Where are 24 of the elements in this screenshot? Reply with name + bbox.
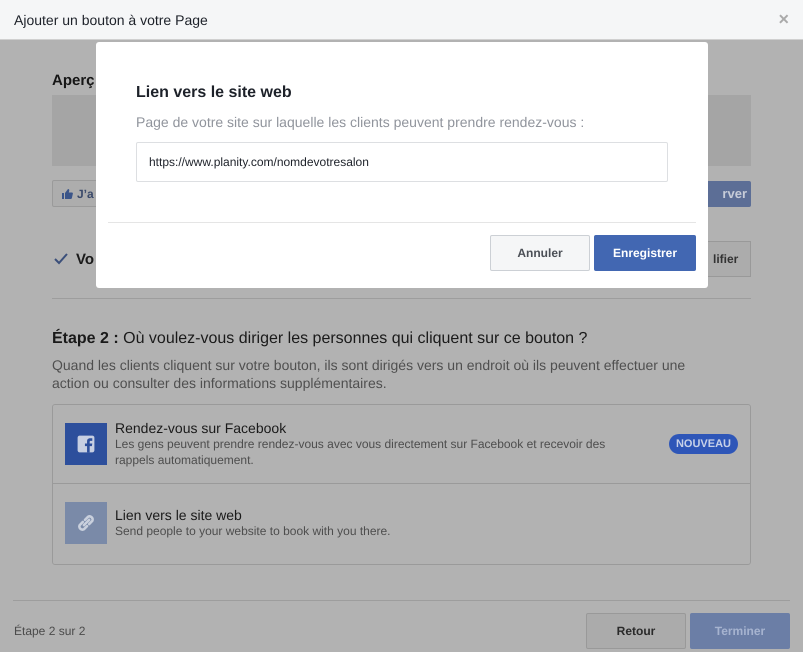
link-icon [65, 502, 107, 544]
window-title: Ajouter un bouton à votre Page [14, 12, 209, 28]
modal-title: Lien vers le site web [136, 84, 293, 102]
edit-button[interactable]: lifier [707, 241, 751, 277]
step-label: Vo [76, 250, 94, 268]
option-item[interactable]: Rendez-vous sur Facebook Les gens peuvent prendre rendez-vous avec vous directement sur Facebook et recevoir des rappels automatiquement. NOUVEAU [53, 405, 750, 483]
step-heading: Étape 2 : Où voulez-vous diriger les personnes qui cliquent sur ce bouton ? [52, 330, 588, 348]
facebook-icon [65, 423, 107, 465]
save-button[interactable]: Enregistrer [594, 235, 696, 271]
option-description: Les gens peuvent prendre rendez-vous avec vous directement sur Facebook et recevoir des rappels automatiquement. [115, 436, 606, 468]
section-heading: Aperç [52, 72, 95, 91]
step-description: Quand les clients cliquent sur votre bouton, ils sont dirigés vers un endroit où ils peuvent effectuer une action ou consulter des informations supplémentaires. [52, 356, 686, 392]
thumbs-up-icon [61, 188, 73, 200]
action-button[interactable]: rver [707, 180, 751, 206]
back-button[interactable]: Retour [586, 613, 686, 649]
option-item[interactable]: Lien vers le site web Send people to your website to book with you there. [53, 483, 750, 564]
url-field[interactable]: https://www.planity.com/nomdevotresalon [136, 142, 668, 182]
option-description: Send people to your website to book with you there. [115, 523, 392, 539]
step-counter: Étape 2 sur 2 [14, 624, 86, 638]
new-badge: NOUVEAU [668, 434, 738, 454]
option-title: Rendez-vous sur Facebook [115, 420, 288, 436]
field-label: Page de votre site sur laquelle les clients peuvent prendre rendez-vous : [136, 114, 586, 130]
cancel-button[interactable]: Annuler [490, 235, 590, 271]
option-title: Lien vers le site web [115, 507, 243, 523]
